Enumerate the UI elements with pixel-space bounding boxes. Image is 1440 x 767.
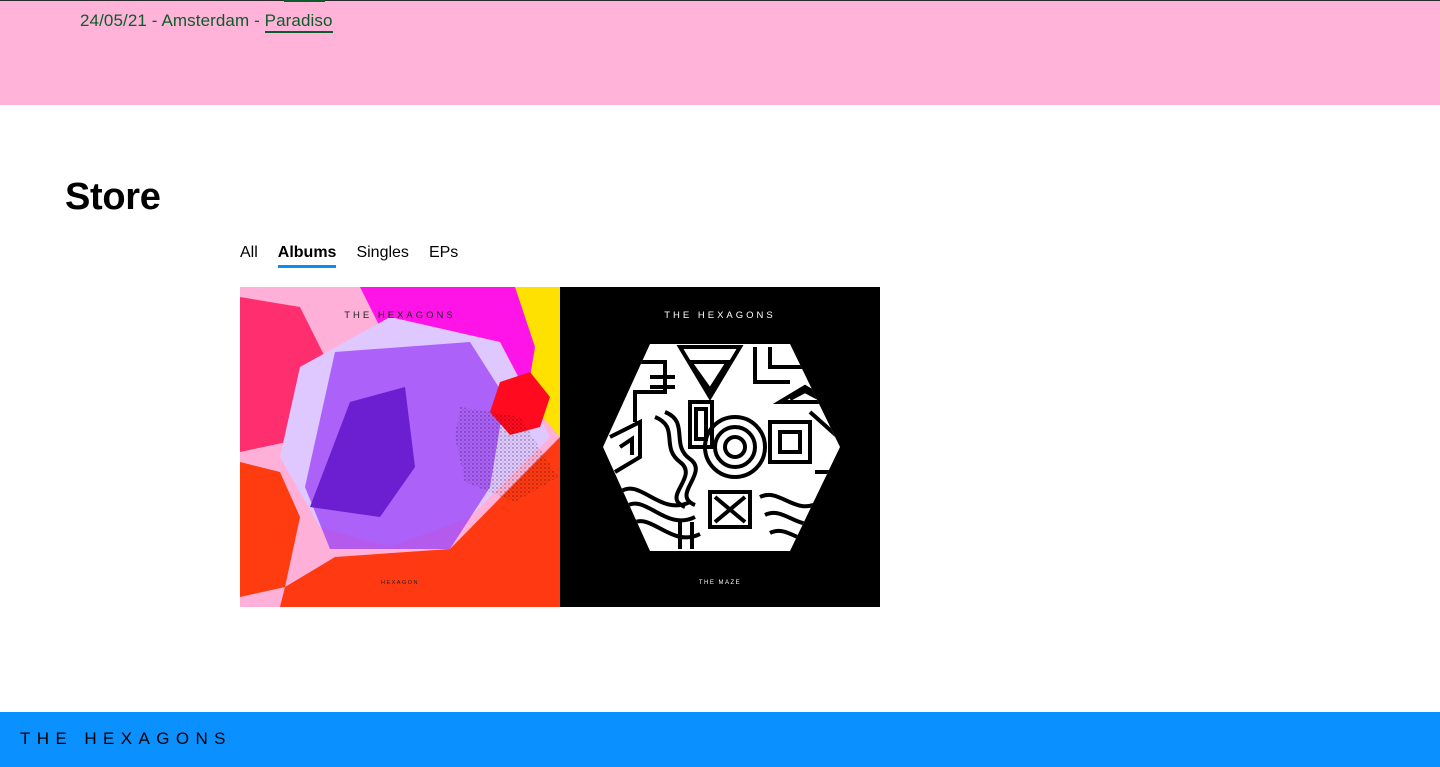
album-grid: THE HEXAGONS HEXAGON THE HEXAGONS THE MA… [240, 287, 880, 607]
tour-date-row: 24/05/21 - Amsterdam - Paradiso [80, 11, 333, 33]
tab-albums[interactable]: Albums [277, 244, 336, 268]
tour-dates-section: 24/05/21 - Amsterdam - Paradiso [0, 0, 1440, 105]
tab-all[interactable]: All [240, 244, 258, 265]
maze-band-name: THE HEXAGONS [664, 310, 776, 321]
footer: THE HEXAGONS [0, 712, 1440, 767]
band-logo[interactable]: THE HEXAGONS [20, 729, 232, 749]
venue-link[interactable]: Paradiso [264, 11, 333, 33]
maze-album-title: THE MAZE [699, 580, 741, 586]
store-filter-tabs: All Albums Singles EPs [240, 244, 478, 268]
tab-eps[interactable]: EPs [429, 244, 458, 265]
hexagon-cover-art: THE HEXAGONS HEXAGON [240, 287, 560, 607]
the-maze-cover-art: THE HEXAGONS THE MAZE [560, 287, 880, 607]
store-title: Store [65, 176, 161, 218]
hexagon-band-name: THE HEXAGONS [344, 310, 456, 321]
hexagon-album-title: HEXAGON [381, 580, 419, 586]
previous-link-underline [284, 0, 325, 2]
tab-singles[interactable]: Singles [356, 244, 408, 265]
tour-date-location: 24/05/21 - Amsterdam - [80, 11, 265, 30]
album-cover-the-maze[interactable]: THE HEXAGONS THE MAZE [560, 287, 880, 607]
album-cover-hexagon[interactable]: THE HEXAGONS HEXAGON [240, 287, 560, 607]
